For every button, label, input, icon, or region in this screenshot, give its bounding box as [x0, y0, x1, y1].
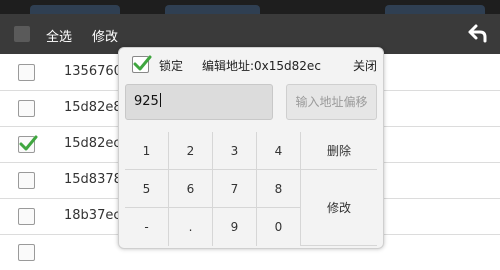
- back-arrow-icon[interactable]: [464, 21, 490, 47]
- key-4[interactable]: 4: [257, 132, 301, 170]
- row-address: 18b37ec: [64, 208, 120, 223]
- row-checkbox[interactable]: [18, 208, 35, 225]
- check-icon: [19, 135, 38, 151]
- lock-label[interactable]: 锁定: [159, 57, 183, 74]
- row-checkbox[interactable]: [18, 100, 35, 117]
- key-5[interactable]: 5: [125, 170, 169, 208]
- key-8[interactable]: 8: [257, 170, 301, 208]
- keypad: 1 2 3 4 删除 5 6 7 8 修改 - . 9 0: [125, 132, 377, 248]
- check-icon: [133, 55, 152, 71]
- row-checkbox[interactable]: [18, 172, 35, 189]
- text-caret: [159, 93, 161, 107]
- modify-key[interactable]: 修改: [301, 170, 377, 246]
- row-checkbox[interactable]: [18, 64, 35, 81]
- window-tab: [165, 5, 260, 14]
- key-dot[interactable]: .: [169, 208, 213, 246]
- value-input-text: 925: [134, 94, 159, 109]
- row-address: 1356760: [64, 64, 120, 79]
- key-2[interactable]: 2: [169, 132, 213, 170]
- delete-key[interactable]: 删除: [301, 132, 377, 170]
- key-6[interactable]: 6: [169, 170, 213, 208]
- select-all-button[interactable]: 全选: [46, 26, 72, 45]
- select-all-checkbox[interactable]: [14, 26, 30, 42]
- key-7[interactable]: 7: [213, 170, 257, 208]
- edit-address-label: 编辑地址:0x15d82ec: [202, 59, 321, 73]
- row-address: 15d82ec: [64, 136, 120, 151]
- key-minus[interactable]: -: [125, 208, 169, 246]
- row-address: 15d8378: [64, 172, 120, 187]
- edit-button[interactable]: 修改: [92, 26, 118, 45]
- dialog-header: 锁定 编辑地址:0x15d82ec 关闭: [119, 48, 383, 80]
- edit-address-dialog: 锁定 编辑地址:0x15d82ec 关闭 925 输入地址偏移 1 2 3 4 …: [118, 47, 384, 249]
- row-address: 15d82e8: [64, 100, 120, 115]
- key-9[interactable]: 9: [213, 208, 257, 246]
- row-checkbox[interactable]: [18, 135, 38, 153]
- window-tab: [385, 5, 485, 14]
- status-strip: [0, 0, 500, 14]
- window-tab: [30, 5, 120, 14]
- key-0[interactable]: 0: [257, 208, 301, 246]
- value-input[interactable]: 925: [125, 84, 273, 120]
- address-offset-button[interactable]: 输入地址偏移: [286, 84, 377, 120]
- close-button[interactable]: 关闭: [353, 57, 377, 74]
- key-3[interactable]: 3: [213, 132, 257, 170]
- lock-checkbox[interactable]: [132, 55, 152, 73]
- key-1[interactable]: 1: [125, 132, 169, 170]
